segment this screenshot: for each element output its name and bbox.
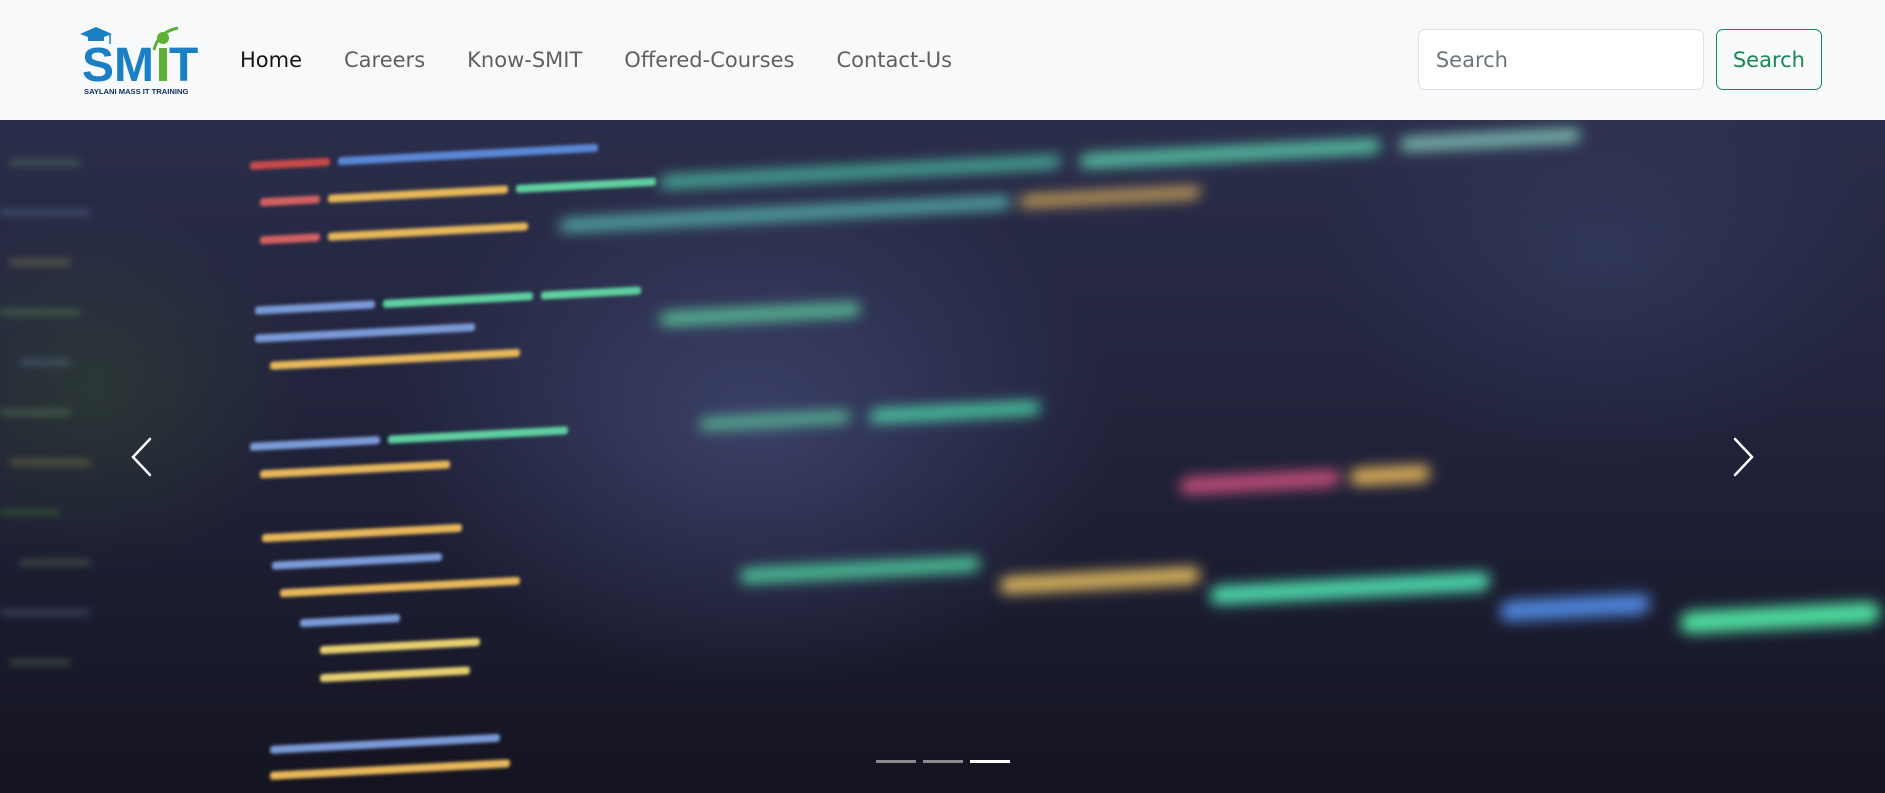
code-screen-image [0,129,1880,780]
hero-carousel [0,120,1885,793]
main-nav: Home Careers Know-SMIT Offered-Courses C… [240,0,973,120]
search-form: Search [1417,29,1822,90]
nav-link-contact-us[interactable]: Contact-Us [815,48,973,72]
carousel-indicators [0,760,1885,763]
carousel-indicator-3[interactable] [969,760,1010,763]
carousel-prev-button[interactable] [67,120,217,793]
nav-link-know-smit[interactable]: Know-SMIT [446,48,603,72]
nav-link-careers[interactable]: Careers [323,48,446,72]
smit-logo-icon: SM T SAYLANI MASS IT TRAINING [80,26,198,96]
brand-logo[interactable]: SM T SAYLANI MASS IT TRAINING [78,24,203,96]
chevron-left-icon [131,437,152,476]
nav-link-offered-courses[interactable]: Offered-Courses [603,48,815,72]
top-navbar: SM T SAYLANI MASS IT TRAINING Home Caree… [0,0,1885,120]
carousel-indicator-2[interactable] [922,760,963,763]
svg-text:SAYLANI MASS IT TRAINING: SAYLANI MASS IT TRAINING [84,87,188,96]
chevron-right-icon [1733,437,1754,476]
carousel-indicator-1[interactable] [875,760,916,763]
carousel-next-button[interactable] [1668,120,1818,793]
svg-text:SM: SM [82,39,154,92]
search-button[interactable]: Search [1715,29,1822,90]
nav-link-home[interactable]: Home [240,48,323,72]
svg-text:T: T [169,39,198,92]
search-input[interactable] [1417,29,1704,90]
